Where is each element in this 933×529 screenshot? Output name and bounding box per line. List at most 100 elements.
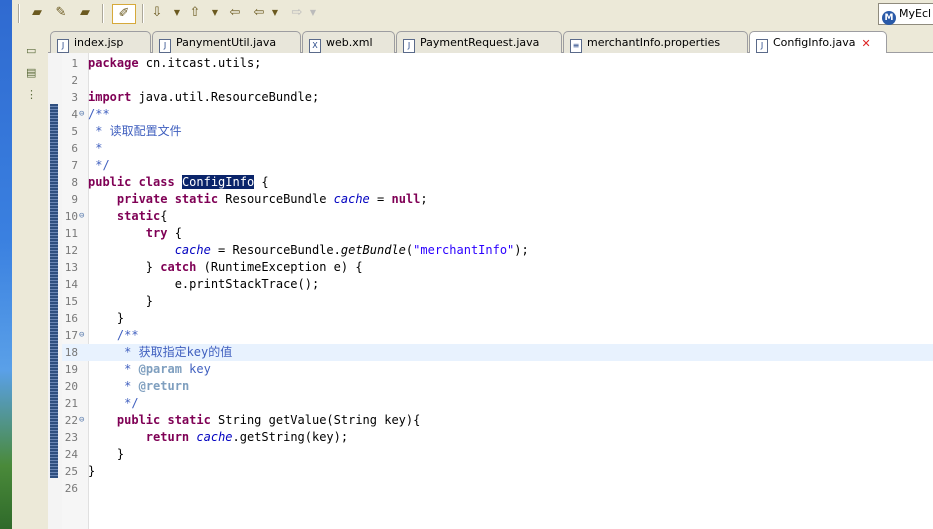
code-line: 13 } catch (RuntimeException e) { bbox=[62, 259, 933, 276]
line-number: 11 bbox=[64, 227, 78, 240]
code-line: 19 * @param key bbox=[62, 361, 933, 378]
code-line: 23 return cache.getString(key); bbox=[62, 429, 933, 446]
perspective-label: MyEcl bbox=[899, 7, 932, 20]
line-number: 25 bbox=[64, 465, 78, 478]
left-trim-bar: ▭ ▤ ⋮ bbox=[12, 28, 48, 529]
tab-label: index.jsp bbox=[74, 36, 124, 49]
forward-icon[interactable]: ⇨ bbox=[288, 4, 306, 22]
line-number: 2 bbox=[71, 74, 78, 87]
tab-label: PaymentRequest.java bbox=[420, 36, 540, 49]
line-number: 22 bbox=[64, 414, 78, 427]
code-line: 15 } bbox=[62, 293, 933, 310]
line-number: 5 bbox=[71, 125, 78, 138]
code-line: 17 ⊖ /** bbox=[62, 327, 933, 344]
line-number: 16 bbox=[64, 312, 78, 325]
desktop-background bbox=[0, 0, 12, 529]
code-line: 11 try { bbox=[62, 225, 933, 242]
line-number: 14 bbox=[64, 278, 78, 291]
tab-configinfo-java[interactable]: J ConfigInfo.java ✕ bbox=[749, 31, 887, 54]
main-toolbar: ▰ ✎ ▰ ✐ ⇩ ▼ ⇧ ▼ ⇦ ⇦ ▼ ⇨ ▼ bbox=[12, 0, 933, 29]
chevron-down-icon[interactable]: ▼ bbox=[270, 4, 280, 22]
line-number: 9 bbox=[71, 193, 78, 206]
tab-merchantinfo-properties[interactable]: ≡ merchantInfo.properties bbox=[563, 31, 748, 53]
tab-label: ConfigInfo.java bbox=[773, 36, 856, 49]
line-number: 15 bbox=[64, 295, 78, 308]
code-line: 6 * bbox=[62, 140, 933, 157]
code-line: 21 */ bbox=[62, 395, 933, 412]
mark-occurrences-icon[interactable]: ✐ bbox=[112, 4, 136, 24]
code-line: 1 package cn.itcast.utils; bbox=[62, 55, 933, 72]
line-number: 8 bbox=[71, 176, 78, 189]
java-file-icon: J bbox=[159, 39, 171, 53]
line-number: 17 bbox=[64, 329, 78, 342]
open-resource-icon[interactable]: ▰ bbox=[76, 4, 94, 22]
open-folder-icon[interactable]: ▰ bbox=[28, 4, 46, 22]
line-number: 3 bbox=[71, 91, 78, 104]
code-line: 10 ⊖ static{ bbox=[62, 208, 933, 225]
line-number: 21 bbox=[64, 397, 78, 410]
code-line: 4 ⊖/** bbox=[62, 106, 933, 123]
code-line: 9 private static ResourceBundle cache = … bbox=[62, 191, 933, 208]
tab-label: merchantInfo.properties bbox=[587, 36, 721, 49]
fold-collapse-icon[interactable]: ⊖ bbox=[79, 416, 87, 425]
line-number: 7 bbox=[71, 159, 78, 172]
tab-index-jsp[interactable]: Jindex.jsp bbox=[50, 31, 151, 53]
tab-web-xml[interactable]: Xweb.xml bbox=[302, 31, 395, 53]
line-number: 19 bbox=[64, 363, 78, 376]
code-line: 24 } bbox=[62, 446, 933, 463]
chevron-down-icon[interactable]: ▼ bbox=[172, 4, 182, 22]
line-number: 6 bbox=[71, 142, 78, 155]
restore-icon[interactable]: ▭ bbox=[26, 44, 36, 57]
current-line: 18 * 获取指定key的值 bbox=[62, 344, 933, 361]
line-number: 18 bbox=[64, 346, 78, 359]
line-number: 1 bbox=[71, 57, 78, 70]
tab-panymentutil-java[interactable]: J PanymentUtil.java bbox=[152, 31, 301, 53]
line-number: 10 bbox=[64, 210, 78, 223]
line-number: 24 bbox=[64, 448, 78, 461]
close-icon[interactable]: ✕ bbox=[861, 38, 871, 49]
code-line: 5 * 读取配置文件 bbox=[62, 123, 933, 140]
quick-diff-band bbox=[50, 104, 58, 478]
code-line: 8 public class ConfigInfo { bbox=[62, 174, 933, 191]
perspective-button[interactable]: M MyEcl bbox=[878, 3, 933, 25]
properties-file-icon: ≡ bbox=[570, 39, 582, 53]
fold-collapse-icon[interactable]: ⊖ bbox=[79, 110, 87, 119]
code-line: 26 bbox=[62, 480, 933, 497]
fold-collapse-icon[interactable]: ⊖ bbox=[79, 212, 87, 221]
chevron-down-icon[interactable]: ▼ bbox=[308, 4, 318, 22]
editor-tab-bar: Jindex.jsp J PanymentUtil.java Xweb.xml J… bbox=[48, 28, 933, 54]
toolbar-separator bbox=[18, 4, 20, 23]
toolbar-separator bbox=[102, 4, 104, 23]
package-explorer-icon[interactable]: ▤ bbox=[26, 66, 36, 79]
code-line: 16 } bbox=[62, 310, 933, 327]
java-file-icon: J bbox=[756, 39, 768, 53]
code-editor[interactable]: 1 package cn.itcast.utils; 2 3 import java… bbox=[48, 53, 933, 529]
fold-collapse-icon[interactable]: ⊖ bbox=[79, 331, 87, 340]
chevron-down-icon[interactable]: ▼ bbox=[210, 4, 220, 22]
tab-label: PanymentUtil.java bbox=[176, 36, 277, 49]
code-lines: 1 package cn.itcast.utils; 2 3 import java… bbox=[62, 55, 933, 497]
change-ruler bbox=[48, 53, 62, 529]
back-icon[interactable]: ⇦ bbox=[250, 4, 268, 22]
xml-file-icon: X bbox=[309, 39, 321, 53]
hierarchy-icon[interactable]: ⋮ bbox=[26, 88, 37, 101]
myeclipse-icon: M bbox=[882, 11, 896, 25]
code-line: 2 bbox=[62, 72, 933, 89]
line-number: 12 bbox=[64, 244, 78, 257]
previous-annotation-icon[interactable]: ⇧ bbox=[188, 4, 202, 22]
code-line: 25} bbox=[62, 463, 933, 480]
next-annotation-icon[interactable]: ⇩ bbox=[150, 4, 164, 22]
line-number: 20 bbox=[64, 380, 78, 393]
last-edit-location-icon[interactable]: ⇦ bbox=[226, 4, 244, 22]
open-type-icon[interactable]: ✎ bbox=[52, 4, 70, 22]
tab-label: web.xml bbox=[326, 36, 373, 49]
selected-text: ConfigInfo bbox=[181, 175, 255, 189]
code-line: 14 e.printStackTrace(); bbox=[62, 276, 933, 293]
toolbar-separator bbox=[142, 4, 144, 23]
line-number: 13 bbox=[64, 261, 78, 274]
tab-paymentrequest-java[interactable]: J PaymentRequest.java bbox=[396, 31, 562, 53]
java-file-icon: J bbox=[403, 39, 415, 53]
code-line: 12 cache = ResourceBundle.getBundle("mer… bbox=[62, 242, 933, 259]
code-line: 22 ⊖ public static String getValue(String… bbox=[62, 412, 933, 429]
line-number: 23 bbox=[64, 431, 78, 444]
